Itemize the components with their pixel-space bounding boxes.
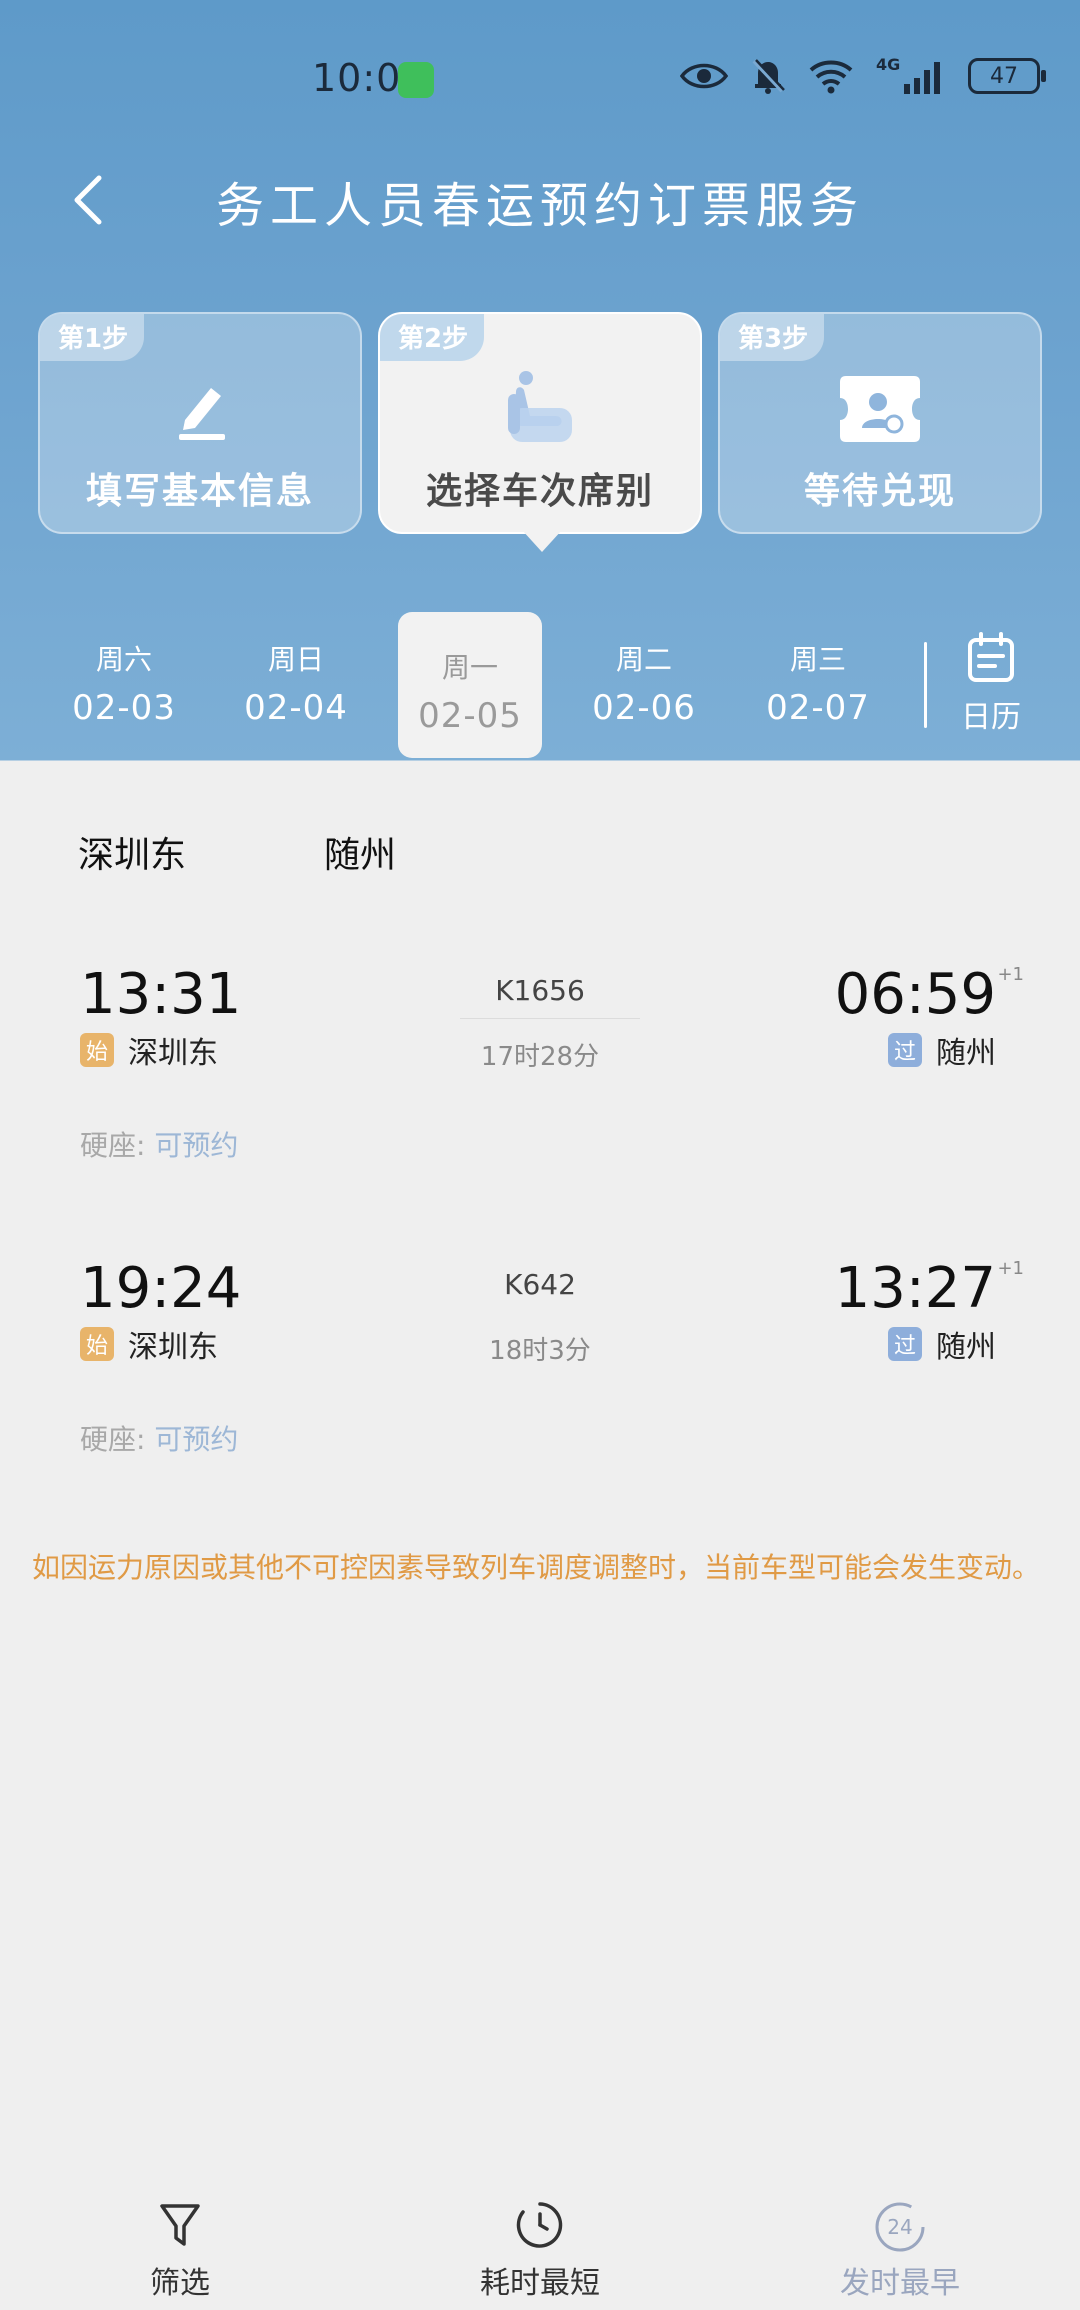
date-value: 02-05: [418, 696, 522, 736]
bell-muted-icon: [752, 59, 785, 94]
header: 务工人员春运预约订票服务: [0, 160, 1080, 240]
seat-type: 硬座:: [80, 1129, 146, 1162]
sort-earliest-label: 发时最早: [840, 2266, 960, 2301]
route-from: 深圳东: [78, 835, 187, 876]
wechat-notification-icon: [398, 62, 434, 98]
date-divider: [924, 642, 927, 728]
date-selector: 周六 02-03 周日 02-04 周一 02-05 周二 02-06 周三 0…: [46, 612, 1046, 758]
calendar-label: 日历: [961, 700, 1021, 735]
seat-availability: 硬座: 可预约: [80, 1124, 238, 1164]
route-to: 随州: [324, 835, 397, 876]
ticket-icon: [840, 376, 920, 442]
departure-station-name: 深圳东: [128, 1036, 218, 1071]
step-1-badge: 第1步: [40, 314, 145, 361]
date-value: 02-04: [244, 688, 348, 728]
step-3-badge: 第3步: [720, 314, 825, 361]
earliest-24-icon: 24: [875, 2202, 925, 2252]
origin-tag: 始: [80, 1327, 114, 1361]
svg-text:4G: 4G: [876, 56, 900, 74]
date-value: 02-07: [766, 688, 870, 728]
arrival-time: 06:59: [834, 962, 996, 1027]
train-list-card: 深圳东 随州 13:31 K1656 17时28分 06:59 +1 始 深圳东…: [0, 786, 1080, 2310]
step-2-label: 选择车次席别: [425, 471, 654, 512]
code-divider: [460, 1018, 640, 1019]
sort-filter-bar: 筛选 耗时最短 24 发时最早: [0, 2200, 1080, 2310]
next-day-marker: +1: [997, 1258, 1024, 1279]
date-value: 02-03: [72, 688, 176, 728]
step-1-card: 第1步 填写基本信息: [38, 312, 362, 534]
calendar-icon: [968, 632, 1014, 682]
next-day-marker: +1: [997, 964, 1024, 985]
arrival-time: 13:27: [834, 1256, 996, 1321]
date-weekday: 周一: [441, 651, 498, 684]
date-item[interactable]: 周二 02-06: [572, 612, 716, 758]
filter-funnel-icon: [160, 2204, 200, 2246]
sort-shortest-label: 耗时最短: [480, 2266, 600, 2301]
calendar-button[interactable]: 日历: [946, 632, 1036, 742]
seat-icon: [508, 371, 572, 442]
step-2-badge: 第2步: [380, 314, 485, 361]
step-3-card: 第3步 等待兑现: [718, 312, 1042, 534]
seat-availability: 硬座: 可预约: [80, 1418, 238, 1458]
seat-status: 可预约: [154, 1129, 239, 1162]
sort-shortest-button[interactable]: 耗时最短: [430, 2200, 650, 2310]
date-weekday: 周六: [95, 643, 152, 676]
arrival-station-name: 随州: [936, 1036, 996, 1071]
filter-button[interactable]: 筛选: [70, 2200, 290, 2310]
battery-level: 47: [990, 63, 1018, 89]
sort-earliest-button[interactable]: 24 发时最早: [790, 2200, 1010, 2310]
date-item[interactable]: 周日 02-04: [224, 612, 368, 758]
passing-tag: 过: [888, 1033, 922, 1067]
date-weekday: 周二: [615, 643, 672, 676]
step-3-label: 等待兑现: [803, 471, 956, 512]
page: 10:09 4G 47 务工人员春运预约订票服务 第1步 填写基本信息 第2步 …: [0, 0, 1080, 2310]
arrival-station: 过 随州: [888, 1322, 996, 1366]
seat-status: 可预约: [154, 1423, 239, 1456]
filter-label: 筛选: [150, 2266, 210, 2301]
svg-text:24: 24: [887, 2215, 912, 2239]
departure-station: 始 深圳东: [80, 1028, 218, 1072]
passing-tag: 过: [888, 1327, 922, 1361]
step-1-label: 填写基本信息: [85, 471, 314, 512]
date-weekday: 周日: [267, 643, 324, 676]
schedule-notice: 如因运力原因或其他不可控因素导致列车调度调整时，当前车型可能会发生变动。: [32, 1551, 1041, 1584]
pencil-icon: [179, 388, 225, 440]
train-item[interactable]: 13:31 K1656 17时28分 06:59 +1 始 深圳东 过 随州 硬…: [0, 962, 1080, 1222]
origin-tag: 始: [80, 1033, 114, 1067]
departure-station: 始 深圳东: [80, 1322, 218, 1366]
departure-station-name: 深圳东: [128, 1330, 218, 1365]
signal-4g-icon: 4G: [876, 56, 940, 94]
arrival-station-name: 随州: [936, 1330, 996, 1365]
date-weekday: 周三: [789, 643, 846, 676]
battery-indicator: 47: [968, 58, 1046, 94]
clock-icon: [516, 2202, 563, 2248]
active-step-pointer: [522, 530, 562, 552]
arrival-station: 过 随州: [888, 1028, 996, 1072]
step-progress: 第1步 填写基本信息 第2步 选择车次席别 第3步 等待兑现: [38, 312, 1042, 552]
date-value: 02-06: [592, 688, 696, 728]
date-item[interactable]: 周六 02-03: [52, 612, 196, 758]
route-summary: 深圳东 随州: [78, 826, 396, 878]
status-bar: 10:09 4G 47: [0, 0, 1080, 160]
eye-icon: [680, 63, 728, 89]
date-item-selected[interactable]: 周一 02-05: [398, 612, 542, 758]
step-2-card: 第2步 选择车次席别: [378, 312, 702, 552]
wifi-icon: [809, 60, 853, 94]
status-icons: 4G 47: [680, 56, 1046, 96]
date-item[interactable]: 周三 02-07: [746, 612, 890, 758]
page-title: 务工人员春运预约订票服务: [215, 178, 864, 234]
seat-type: 硬座:: [80, 1423, 146, 1456]
train-item[interactable]: 19:24 K642 18时3分 13:27 +1 始 深圳东 过 随州 硬座:…: [0, 1256, 1080, 1516]
